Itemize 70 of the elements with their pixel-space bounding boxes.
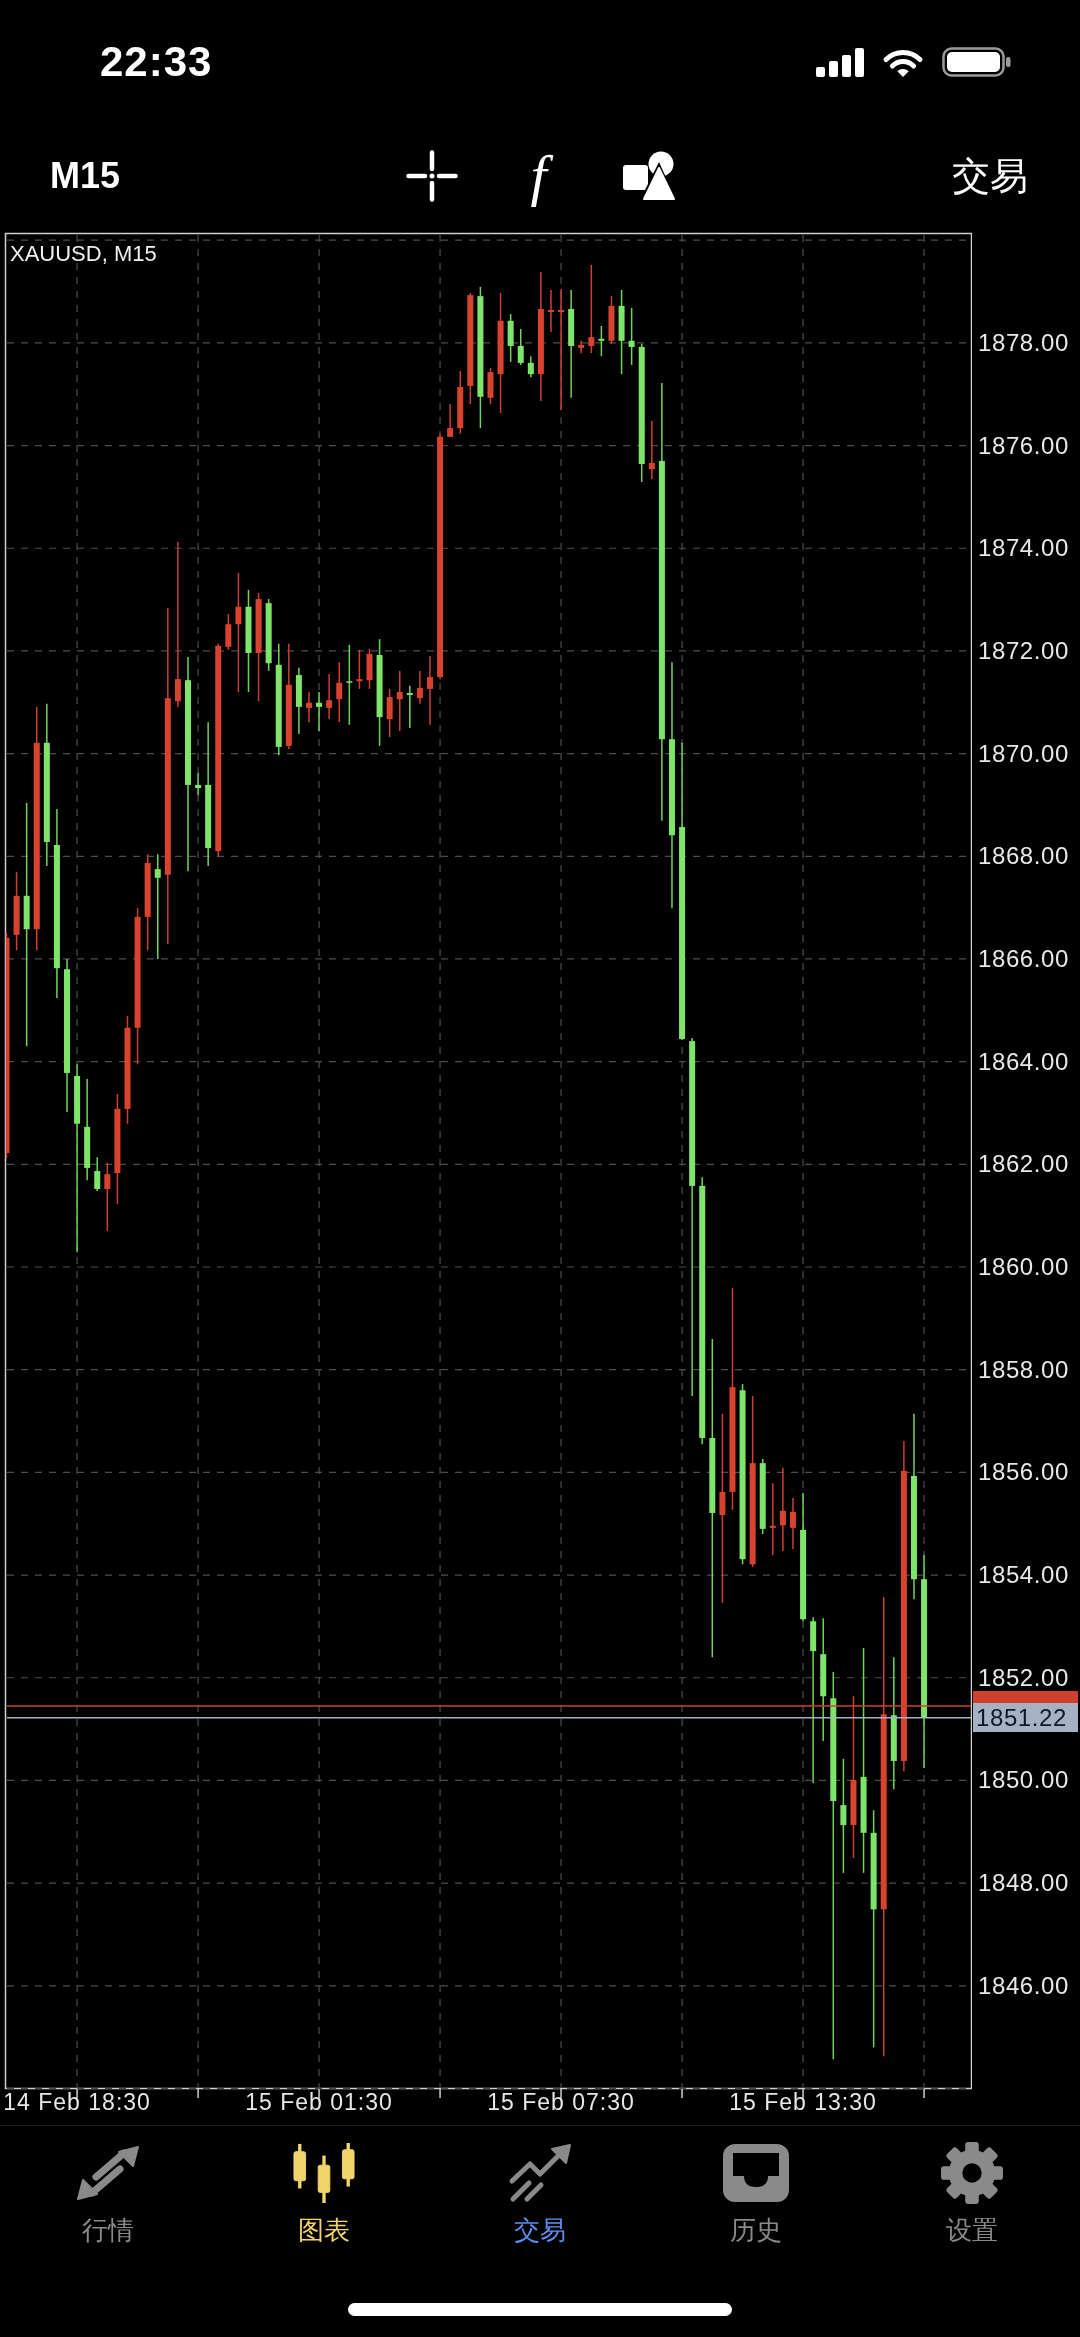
price-axis-label: 1856.00 <box>978 1457 1069 1488</box>
candlestick <box>416 670 423 705</box>
price-axis-label: 1870.00 <box>978 738 1069 769</box>
crosshair-icon[interactable] <box>405 150 458 202</box>
tab[interactable]: 设置 <box>864 2126 1080 2276</box>
candlestick <box>628 307 635 366</box>
price-axis-label: 1848.00 <box>978 1868 1069 1899</box>
tab[interactable]: 历史 <box>648 2126 864 2276</box>
trade-button[interactable]: 交易 <box>952 154 1028 198</box>
shapes-icon[interactable] <box>622 151 675 201</box>
timeframe-button[interactable]: M15 <box>50 154 121 198</box>
candlestick <box>366 648 373 690</box>
candlestick <box>789 1497 796 1550</box>
candlestick <box>396 670 403 732</box>
tab[interactable]: 行情 <box>0 2126 216 2276</box>
time-axis-label: 15 Feb 01:30 <box>245 2088 393 2117</box>
candlestick <box>447 403 454 438</box>
candlestick <box>386 688 393 738</box>
candlestick <box>457 370 464 435</box>
candlestick <box>306 691 312 724</box>
candlestick <box>548 289 554 333</box>
tab[interactable]: 图表 <box>216 2126 432 2276</box>
candlestick <box>316 691 323 732</box>
candlestick <box>578 340 585 354</box>
rising-chart-arrow-icon <box>508 2142 572 2204</box>
time-axis-label: 15 Feb 13:30 <box>729 2088 877 2117</box>
price-axis-label: 1846.00 <box>978 1970 1069 2001</box>
price-axis-label: 1850.00 <box>978 1765 1069 1796</box>
price-axis-label: 1872.00 <box>978 635 1069 666</box>
price-axis-label: 1862.00 <box>978 1149 1069 1180</box>
candlestick <box>406 685 413 729</box>
price-axis-label: 1860.00 <box>978 1252 1069 1282</box>
candlestick <box>648 420 655 480</box>
price-axis-label: 1868.00 <box>978 841 1069 872</box>
candlestick <box>94 1156 101 1192</box>
candlestick <box>336 661 343 724</box>
candlestick-icon <box>291 2142 357 2204</box>
status-time: 22:33 <box>100 38 213 86</box>
price-axis-label: 1874.00 <box>978 533 1069 564</box>
candlestick <box>598 325 605 357</box>
candlestick <box>608 295 615 345</box>
price-tag: 1851.22 <box>973 1703 1078 1733</box>
price-axis-label: 1852.00 <box>978 1662 1069 1693</box>
candlestick <box>487 367 494 405</box>
price-axis-label: 1854.00 <box>978 1560 1069 1591</box>
chart-symbol-title: XAUUSD, M15 <box>10 241 157 267</box>
battery-icon <box>942 47 1011 77</box>
candlestick <box>326 673 333 720</box>
function-glyph-button[interactable]: f <box>520 147 557 205</box>
wifi-icon <box>882 47 924 77</box>
price-axis-label: 1858.00 <box>978 1354 1069 1385</box>
candlestick <box>356 649 363 690</box>
candlestick <box>507 313 514 363</box>
candlestick <box>295 667 302 735</box>
inbox-tray-icon <box>723 2142 789 2204</box>
candlestick <box>517 328 524 366</box>
cellular-signal-icon <box>816 47 864 77</box>
price-axis-label: 1876.00 <box>978 430 1069 461</box>
price-axis-label: 1864.00 <box>978 1046 1069 1077</box>
candlestick <box>527 355 534 378</box>
price-axis-label: 1878.00 <box>978 327 1069 358</box>
settings-gear-icon <box>940 2142 1004 2204</box>
candlestick <box>427 655 433 726</box>
candlestick <box>225 613 232 651</box>
tab[interactable]: 交易 <box>432 2126 648 2276</box>
candlestick <box>104 1162 111 1232</box>
price-axis-label: 1866.00 <box>978 943 1069 974</box>
time-axis-label: 15 Feb 07:30 <box>487 2088 635 2117</box>
candlestick <box>195 772 202 796</box>
time-axis-label: 14 Feb 18:30 <box>3 2088 151 2117</box>
